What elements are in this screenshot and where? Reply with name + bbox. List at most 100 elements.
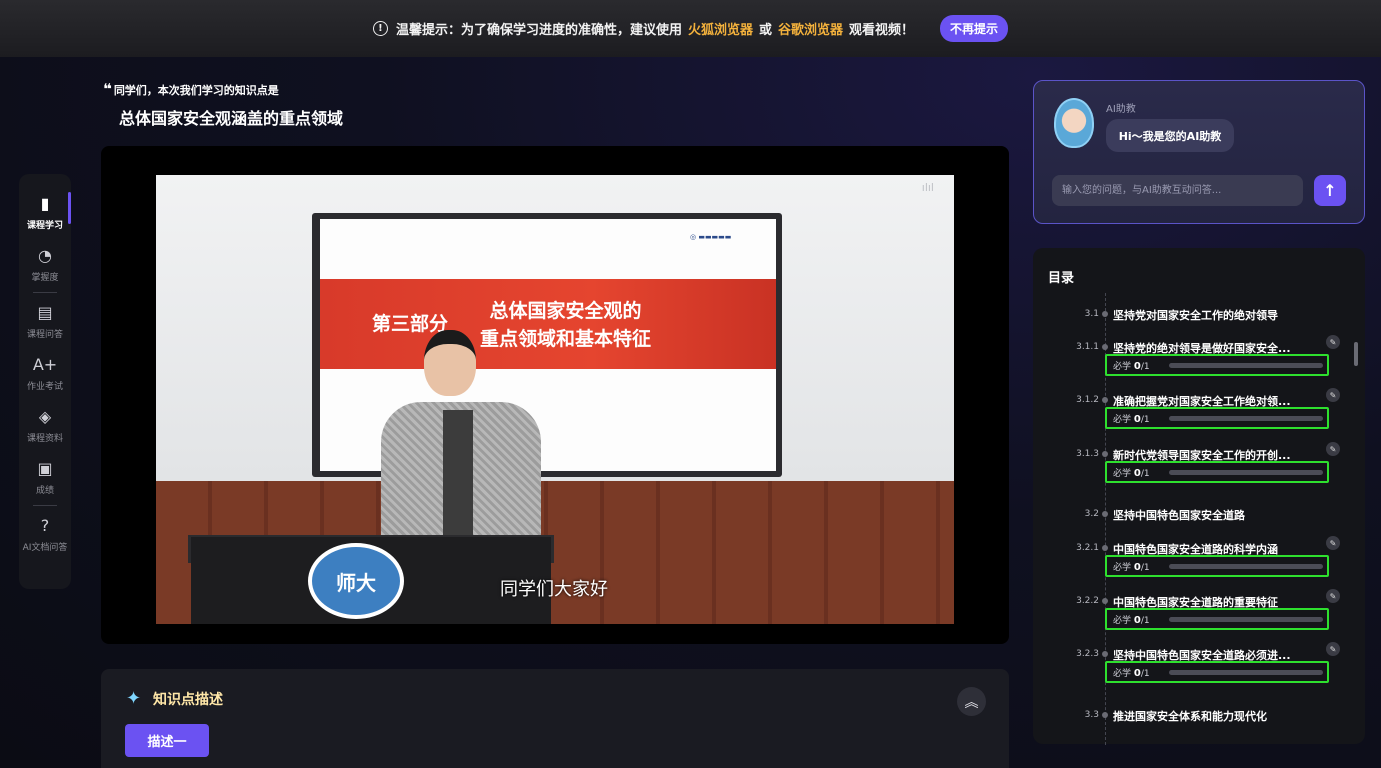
knowledge-intro: ❝ 同学们，本次我们学习的知识点是 [103, 80, 279, 98]
sidebar-item-label: 成绩 [35, 485, 54, 496]
pie-chart-icon: ◔ [38, 245, 52, 265]
pencil-icon[interactable]: ✎ [1326, 589, 1340, 603]
video-subtitle: 同学们大家好 [500, 579, 608, 600]
total-count: /1 [1140, 362, 1150, 372]
sidebar-item-course-materials[interactable]: ◈ 课程资料 [19, 399, 71, 451]
pencil-icon[interactable]: ✎ [1326, 642, 1340, 656]
notice-or: 或 [758, 23, 772, 38]
toc-number: 3.3 [1084, 710, 1099, 720]
toc-node [1102, 712, 1108, 718]
toc-node [1102, 545, 1108, 551]
ai-avatar [1054, 98, 1094, 148]
grade-icon: A+ [32, 354, 58, 374]
total-count: /1 [1140, 469, 1150, 479]
sidebar-item-course-qa[interactable]: ▤ 课程问答 [19, 295, 71, 347]
left-sidebar: ▮ 课程学习 ◔ 掌握度 ▤ 课程问答 A+ 作业考试 ◈ 课程资料 ▣ 成绩 … [19, 174, 71, 589]
pencil-icon[interactable]: ✎ [1326, 442, 1340, 456]
toc-node [1102, 651, 1108, 657]
progress-bar [1169, 470, 1323, 475]
video-frame[interactable]: ılıl ◎ ▬▬▬▬▬ 第三部分 总体国家安全观的 重点领域和基本特征 师大 … [156, 175, 954, 624]
university-logo-icon: ◎ ▬▬▬▬▬ [690, 233, 732, 241]
required-label: 必学 [1113, 469, 1132, 479]
toc-node [1102, 311, 1108, 317]
slide-title-line-1: 总体国家安全观的 [489, 300, 642, 322]
ai-send-button[interactable]: ↑ [1314, 175, 1346, 206]
scoreboard-icon: ▣ [37, 458, 53, 478]
pencil-icon[interactable]: ✎ [1326, 335, 1340, 349]
sidebar-item-label: 课程学习 [26, 220, 63, 231]
ai-doc-icon: ? [40, 515, 50, 535]
exclamation-icon: ! [372, 21, 388, 36]
notice-browser-chrome: 谷歌浏览器 [778, 23, 844, 38]
toc-text: 坚持中国特色国家安全道路 [1113, 509, 1245, 522]
pencil-icon[interactable]: ✎ [1326, 388, 1340, 402]
required-label: 必学 [1113, 362, 1132, 372]
dismiss-notice-button[interactable]: 不再提示 [940, 15, 1009, 42]
done-count: 0 [1133, 668, 1141, 679]
toc-node [1102, 451, 1108, 457]
required-count: 必学 0/1 [1113, 666, 1150, 679]
ai-question-input[interactable] [1052, 175, 1303, 206]
university-seal-icon: 师大 [308, 543, 404, 619]
toc-section[interactable]: 3.2 坚持中国特色国家安全道路 [1040, 506, 1340, 524]
toc-number: 3.1.3 [1076, 449, 1099, 459]
video-watermark-icon: ılıl [921, 181, 934, 194]
knowledge-title: 总体国家安全观涵盖的重点领域 [119, 109, 344, 128]
ai-greeting-bubble: Hi～我是您的AI助教 [1106, 119, 1234, 152]
toc-number: 3.1.1 [1076, 342, 1099, 352]
sidebar-divider [33, 505, 57, 506]
toc-progress: 必学 0/1 [1105, 608, 1329, 630]
sidebar-item-label: 掌握度 [31, 272, 59, 283]
sparkle-icon: ✦ [126, 688, 142, 709]
sidebar-item-course-study[interactable]: ▮ 课程学习 [19, 186, 71, 238]
ai-assistant-label: AI助教 [1106, 104, 1136, 115]
collapse-button[interactable]: ︽ [957, 687, 986, 716]
chevron-double-up-icon: ︽ [964, 694, 979, 711]
toc-progress: 必学 0/1 [1105, 555, 1329, 577]
toc-number: 3.2 [1084, 509, 1099, 519]
progress-bar [1169, 363, 1323, 368]
description-tab-1[interactable]: 描述一 [125, 724, 209, 757]
done-count: 0 [1133, 361, 1141, 372]
quote-icon: ❝ [103, 80, 112, 98]
required-label: 必学 [1113, 415, 1132, 425]
toc-number: 3.2.3 [1076, 649, 1099, 659]
toc-section[interactable]: 3.3 推进国家安全体系和能力现代化 [1040, 707, 1340, 725]
notice-suffix: 观看视频！ [849, 23, 915, 38]
notice-prefix: 温馨提示：为了确保学习进度的准确性，建议使用 [395, 23, 682, 38]
sidebar-item-scores[interactable]: ▣ 成绩 [19, 451, 71, 503]
sidebar-item-homework-exam[interactable]: A+ 作业考试 [19, 347, 71, 399]
toc-node [1102, 344, 1108, 350]
sidebar-divider [33, 292, 57, 293]
done-count: 0 [1133, 562, 1141, 573]
done-count: 0 [1133, 615, 1141, 626]
toc-scrollbar[interactable] [1354, 342, 1358, 366]
toc-progress: 必学 0/1 [1105, 661, 1329, 683]
knowledge-description-title: 知识点描述 [153, 692, 223, 708]
pencil-icon[interactable]: ✎ [1326, 536, 1340, 550]
arrow-up-icon: ↑ [1323, 181, 1337, 200]
progress-bar [1169, 617, 1323, 622]
sidebar-item-label: 课程问答 [26, 329, 63, 340]
total-count: /1 [1140, 669, 1150, 679]
notice-browser-firefox: 火狐浏览器 [687, 23, 753, 38]
code-file-icon: ◈ [38, 406, 52, 426]
toc-node [1102, 511, 1108, 517]
sidebar-item-label: AI文档问答 [22, 542, 68, 553]
toc-title: 目录 [1048, 271, 1075, 286]
book-icon: ▮ [40, 193, 50, 213]
knowledge-intro-text: 同学们，本次我们学习的知识点是 [113, 84, 279, 97]
done-count: 0 [1133, 468, 1141, 479]
toc-node [1102, 598, 1108, 604]
toc-number: 3.1 [1084, 309, 1099, 319]
required-count: 必学 0/1 [1113, 359, 1150, 372]
toc-section[interactable]: 3.1 坚持党对国家安全工作的绝对领导 [1040, 306, 1340, 324]
done-count: 0 [1133, 414, 1141, 425]
total-count: /1 [1140, 616, 1150, 626]
progress-bar [1169, 670, 1323, 675]
sidebar-item-ai-doc-qa[interactable]: ? AI文档问答 [19, 508, 71, 560]
sidebar-item-mastery[interactable]: ◔ 掌握度 [19, 238, 71, 290]
toc-number: 3.1.2 [1076, 395, 1099, 405]
toc-node [1102, 397, 1108, 403]
toc-number: 3.2.2 [1076, 596, 1099, 606]
